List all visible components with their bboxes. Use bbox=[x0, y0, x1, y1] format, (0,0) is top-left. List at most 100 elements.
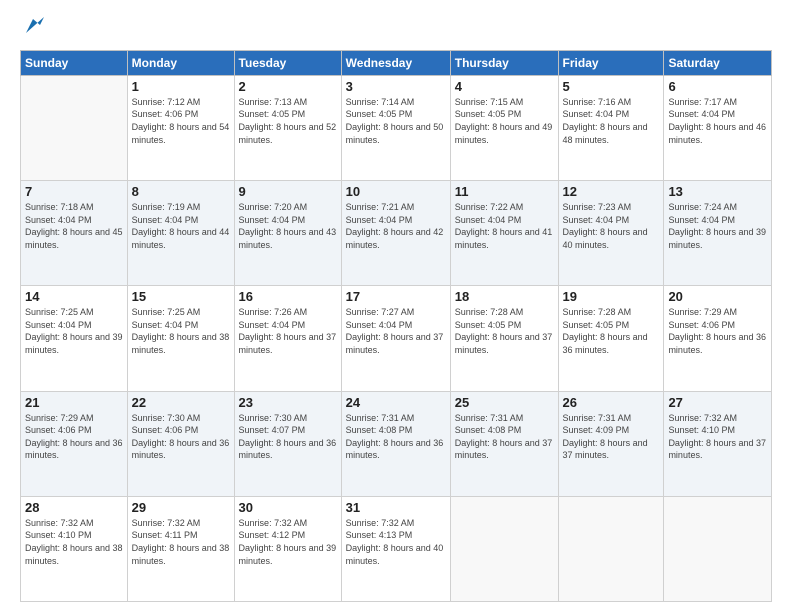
day-info: Sunrise: 7:30 AMSunset: 4:07 PMDaylight:… bbox=[239, 412, 337, 462]
calendar-cell: 4 Sunrise: 7:15 AMSunset: 4:05 PMDaylight… bbox=[450, 75, 558, 180]
day-number: 6 bbox=[668, 79, 767, 94]
calendar-cell: 24 Sunrise: 7:31 AMSunset: 4:08 PMDayligh… bbox=[341, 391, 450, 496]
calendar-cell: 25 Sunrise: 7:31 AMSunset: 4:08 PMDayligh… bbox=[450, 391, 558, 496]
calendar-cell: 12 Sunrise: 7:23 AMSunset: 4:04 PMDayligh… bbox=[558, 181, 664, 286]
calendar-cell: 18 Sunrise: 7:28 AMSunset: 4:05 PMDayligh… bbox=[450, 286, 558, 391]
calendar-cell: 23 Sunrise: 7:30 AMSunset: 4:07 PMDayligh… bbox=[234, 391, 341, 496]
day-info: Sunrise: 7:30 AMSunset: 4:06 PMDaylight:… bbox=[132, 412, 230, 462]
calendar-cell: 17Sunrise: 7:27 AMSunset: 4:04 PMDayligh… bbox=[341, 286, 450, 391]
day-number: 10 bbox=[346, 184, 446, 199]
day-number: 25 bbox=[455, 395, 554, 410]
day-info: Sunrise: 7:29 AMSunset: 4:06 PMDaylight:… bbox=[668, 306, 767, 356]
calendar-cell bbox=[664, 496, 772, 601]
calendar-cell: 8 Sunrise: 7:19 AMSunset: 4:04 PMDaylight… bbox=[127, 181, 234, 286]
day-number: 5 bbox=[563, 79, 660, 94]
day-info: Sunrise: 7:32 AMSunset: 4:13 PMDaylight:… bbox=[346, 517, 446, 567]
calendar-week-row: 14 Sunrise: 7:25 AMSunset: 4:04 PMDayligh… bbox=[21, 286, 772, 391]
day-number: 7 bbox=[25, 184, 123, 199]
calendar-cell: 9Sunrise: 7:20 AMSunset: 4:04 PMDaylight… bbox=[234, 181, 341, 286]
calendar-cell bbox=[21, 75, 128, 180]
calendar-cell: 19 Sunrise: 7:28 AMSunset: 4:05 PMDayligh… bbox=[558, 286, 664, 391]
calendar-week-row: 7 Sunrise: 7:18 AMSunset: 4:04 PMDaylight… bbox=[21, 181, 772, 286]
day-info: Sunrise: 7:21 AMSunset: 4:04 PMDaylight:… bbox=[346, 201, 446, 251]
day-number: 2 bbox=[239, 79, 337, 94]
logo-line bbox=[20, 22, 44, 42]
logo bbox=[20, 22, 44, 42]
weekday-header-row: SundayMondayTuesdayWednesdayThursdayFrid… bbox=[21, 50, 772, 75]
calendar-cell bbox=[450, 496, 558, 601]
day-info: Sunrise: 7:28 AMSunset: 4:05 PMDaylight:… bbox=[563, 306, 660, 356]
day-number: 19 bbox=[563, 289, 660, 304]
calendar-cell bbox=[558, 496, 664, 601]
day-info: Sunrise: 7:26 AMSunset: 4:04 PMDaylight:… bbox=[239, 306, 337, 356]
day-number: 22 bbox=[132, 395, 230, 410]
day-number: 29 bbox=[132, 500, 230, 515]
day-number: 20 bbox=[668, 289, 767, 304]
day-info: Sunrise: 7:28 AMSunset: 4:05 PMDaylight:… bbox=[455, 306, 554, 356]
weekday-header: Monday bbox=[127, 50, 234, 75]
calendar-cell: 15 Sunrise: 7:25 AMSunset: 4:04 PMDayligh… bbox=[127, 286, 234, 391]
day-number: 18 bbox=[455, 289, 554, 304]
calendar-cell: 14 Sunrise: 7:25 AMSunset: 4:04 PMDayligh… bbox=[21, 286, 128, 391]
day-info: Sunrise: 7:27 AMSunset: 4:04 PMDaylight:… bbox=[346, 306, 446, 356]
calendar-cell: 13Sunrise: 7:24 AMSunset: 4:04 PMDayligh… bbox=[664, 181, 772, 286]
day-number: 26 bbox=[563, 395, 660, 410]
day-number: 1 bbox=[132, 79, 230, 94]
calendar-cell: 2Sunrise: 7:13 AMSunset: 4:05 PMDaylight… bbox=[234, 75, 341, 180]
day-number: 23 bbox=[239, 395, 337, 410]
weekday-header: Saturday bbox=[664, 50, 772, 75]
day-info: Sunrise: 7:12 AMSunset: 4:06 PMDaylight:… bbox=[132, 96, 230, 146]
day-info: Sunrise: 7:19 AMSunset: 4:04 PMDaylight:… bbox=[132, 201, 230, 251]
day-number: 12 bbox=[563, 184, 660, 199]
day-number: 31 bbox=[346, 500, 446, 515]
day-info: Sunrise: 7:31 AMSunset: 4:08 PMDaylight:… bbox=[346, 412, 446, 462]
weekday-header: Sunday bbox=[21, 50, 128, 75]
weekday-header: Tuesday bbox=[234, 50, 341, 75]
calendar-cell: 22 Sunrise: 7:30 AMSunset: 4:06 PMDayligh… bbox=[127, 391, 234, 496]
day-info: Sunrise: 7:31 AMSunset: 4:09 PMDaylight:… bbox=[563, 412, 660, 462]
calendar-week-row: 1 Sunrise: 7:12 AMSunset: 4:06 PMDaylight… bbox=[21, 75, 772, 180]
day-info: Sunrise: 7:32 AMSunset: 4:10 PMDaylight:… bbox=[668, 412, 767, 462]
calendar-cell: 3 Sunrise: 7:14 AMSunset: 4:05 PMDaylight… bbox=[341, 75, 450, 180]
day-number: 15 bbox=[132, 289, 230, 304]
day-number: 13 bbox=[668, 184, 767, 199]
calendar-cell: 20 Sunrise: 7:29 AMSunset: 4:06 PMDayligh… bbox=[664, 286, 772, 391]
calendar-cell: 16 Sunrise: 7:26 AMSunset: 4:04 PMDayligh… bbox=[234, 286, 341, 391]
header bbox=[20, 18, 772, 42]
day-info: Sunrise: 7:20 AMSunset: 4:04 PMDaylight:… bbox=[239, 201, 337, 251]
day-number: 28 bbox=[25, 500, 123, 515]
day-info: Sunrise: 7:17 AMSunset: 4:04 PMDaylight:… bbox=[668, 96, 767, 146]
calendar-cell: 28 Sunrise: 7:32 AMSunset: 4:10 PMDayligh… bbox=[21, 496, 128, 601]
day-number: 8 bbox=[132, 184, 230, 199]
day-info: Sunrise: 7:16 AMSunset: 4:04 PMDaylight:… bbox=[563, 96, 660, 146]
calendar-cell: 1 Sunrise: 7:12 AMSunset: 4:06 PMDaylight… bbox=[127, 75, 234, 180]
day-info: Sunrise: 7:14 AMSunset: 4:05 PMDaylight:… bbox=[346, 96, 446, 146]
calendar-week-row: 21Sunrise: 7:29 AMSunset: 4:06 PMDayligh… bbox=[21, 391, 772, 496]
day-number: 16 bbox=[239, 289, 337, 304]
calendar-cell: 11 Sunrise: 7:22 AMSunset: 4:04 PMDayligh… bbox=[450, 181, 558, 286]
calendar-page: SundayMondayTuesdayWednesdayThursdayFrid… bbox=[0, 0, 792, 612]
day-number: 27 bbox=[668, 395, 767, 410]
day-number: 4 bbox=[455, 79, 554, 94]
calendar-cell: 10 Sunrise: 7:21 AMSunset: 4:04 PMDayligh… bbox=[341, 181, 450, 286]
day-info: Sunrise: 7:23 AMSunset: 4:04 PMDaylight:… bbox=[563, 201, 660, 251]
calendar-cell: 30Sunrise: 7:32 AMSunset: 4:12 PMDayligh… bbox=[234, 496, 341, 601]
day-info: Sunrise: 7:18 AMSunset: 4:04 PMDaylight:… bbox=[25, 201, 123, 251]
day-info: Sunrise: 7:25 AMSunset: 4:04 PMDaylight:… bbox=[25, 306, 123, 356]
day-info: Sunrise: 7:29 AMSunset: 4:06 PMDaylight:… bbox=[25, 412, 123, 462]
day-number: 3 bbox=[346, 79, 446, 94]
day-info: Sunrise: 7:32 AMSunset: 4:10 PMDaylight:… bbox=[25, 517, 123, 567]
day-number: 24 bbox=[346, 395, 446, 410]
calendar-cell: 26 Sunrise: 7:31 AMSunset: 4:09 PMDayligh… bbox=[558, 391, 664, 496]
calendar-cell: 27 Sunrise: 7:32 AMSunset: 4:10 PMDayligh… bbox=[664, 391, 772, 496]
calendar-week-row: 28 Sunrise: 7:32 AMSunset: 4:10 PMDayligh… bbox=[21, 496, 772, 601]
day-info: Sunrise: 7:15 AMSunset: 4:05 PMDaylight:… bbox=[455, 96, 554, 146]
day-number: 14 bbox=[25, 289, 123, 304]
weekday-header: Wednesday bbox=[341, 50, 450, 75]
day-number: 11 bbox=[455, 184, 554, 199]
weekday-header: Friday bbox=[558, 50, 664, 75]
day-info: Sunrise: 7:22 AMSunset: 4:04 PMDaylight:… bbox=[455, 201, 554, 251]
weekday-header: Thursday bbox=[450, 50, 558, 75]
day-info: Sunrise: 7:25 AMSunset: 4:04 PMDaylight:… bbox=[132, 306, 230, 356]
day-info: Sunrise: 7:31 AMSunset: 4:08 PMDaylight:… bbox=[455, 412, 554, 462]
